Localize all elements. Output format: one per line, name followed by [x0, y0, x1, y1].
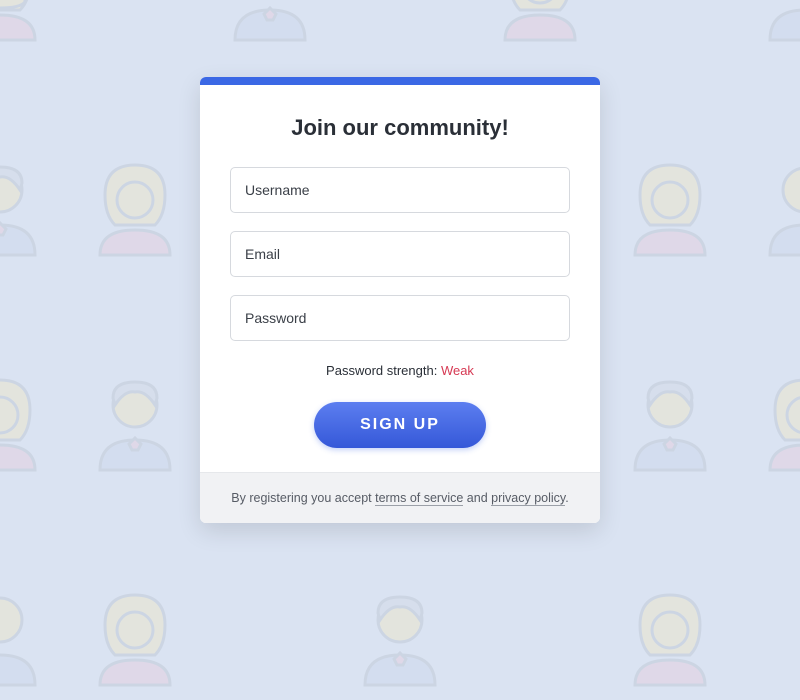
avatar-male-icon — [755, 145, 800, 265]
username-input[interactable] — [230, 167, 570, 213]
privacy-link[interactable]: privacy policy — [491, 491, 565, 506]
password-input[interactable] — [230, 295, 570, 341]
card-body: Join our community! Password strength: W… — [200, 85, 600, 472]
avatar-female-icon — [490, 0, 590, 50]
password-strength-value: Weak — [441, 363, 474, 378]
terms-link[interactable]: terms of service — [375, 491, 463, 506]
card-title: Join our community! — [230, 115, 570, 141]
avatar-male-icon — [0, 145, 50, 265]
avatar-male-icon — [755, 0, 800, 50]
avatar-female-icon — [620, 145, 720, 265]
footer-text-prefix: By registering you accept — [231, 491, 375, 505]
avatar-male-icon — [350, 575, 450, 695]
footer-text-and: and — [463, 491, 491, 505]
password-strength-indicator: Password strength: Weak — [230, 363, 570, 378]
avatar-female-icon — [0, 0, 50, 50]
avatar-male-icon — [620, 360, 720, 480]
avatar-female-icon — [755, 360, 800, 480]
signup-button[interactable]: SIGN UP — [314, 402, 486, 448]
avatar-male-icon — [0, 575, 50, 695]
avatar-male-icon — [220, 0, 320, 50]
password-strength-label: Password strength: — [326, 363, 441, 378]
card-accent-bar — [200, 77, 600, 85]
footer-text-suffix: . — [565, 491, 568, 505]
card-footer: By registering you accept terms of servi… — [200, 472, 600, 523]
avatar-female-icon — [85, 145, 185, 265]
avatar-male-icon — [85, 360, 185, 480]
avatar-female-icon — [620, 575, 720, 695]
email-input[interactable] — [230, 231, 570, 277]
signup-card: Join our community! Password strength: W… — [200, 77, 600, 523]
avatar-female-icon — [0, 360, 50, 480]
avatar-female-icon — [85, 575, 185, 695]
